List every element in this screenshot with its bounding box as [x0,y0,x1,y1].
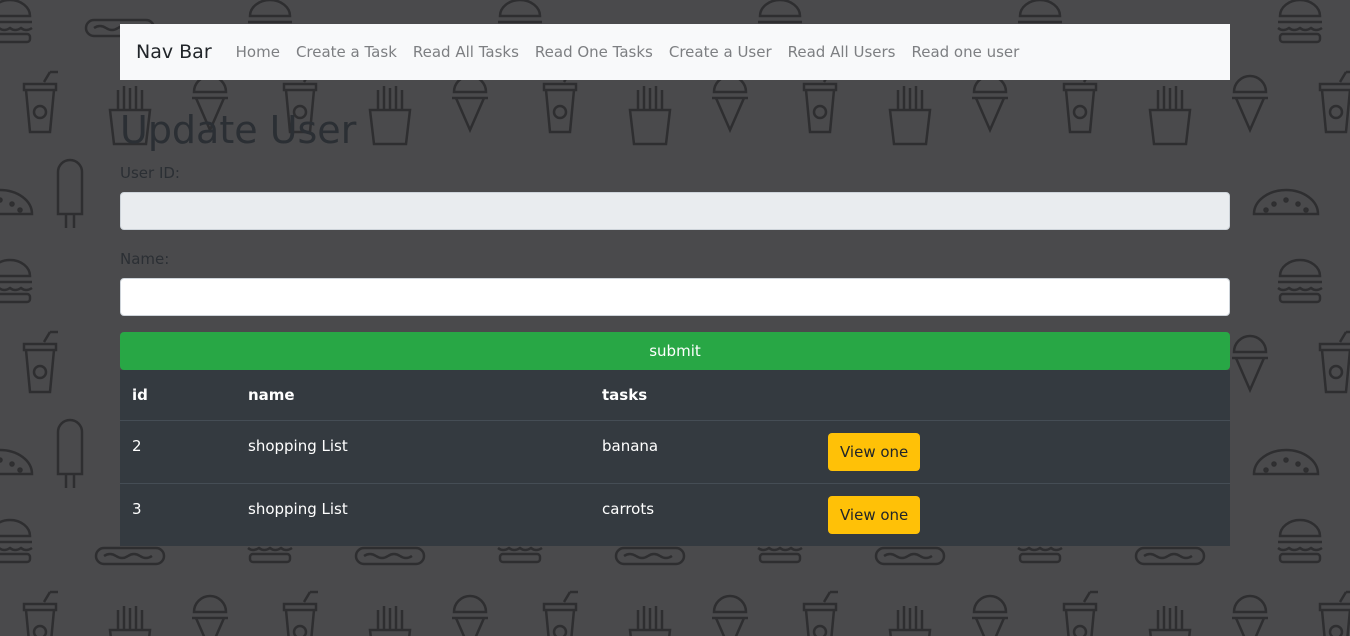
view-one-button[interactable]: View one [828,432,921,471]
cell-name: shopping List [236,482,590,546]
navbar: Nav Bar Home Create a Task Read All Task… [120,24,1230,80]
navbar-brand[interactable]: Nav Bar [136,41,212,63]
user-id-label: User ID: [120,164,180,182]
cell-id: 2 [120,419,236,483]
header-tasks: tasks [590,370,816,421]
cell-action: View one [816,482,1230,546]
name-input[interactable] [120,278,1230,316]
view-one-button[interactable]: View one [828,495,921,534]
nav-link-read-one-user[interactable]: Read one user [911,43,1019,61]
name-label: Name: [120,250,170,268]
table-row: 3 shopping List carrots View one [120,482,1230,546]
header-name: name [236,370,590,421]
header-action [816,370,1230,421]
submit-button[interactable]: submit [120,332,1230,370]
cell-name: shopping List [236,419,590,483]
user-id-input[interactable] [120,192,1230,230]
nav-link-read-all-tasks[interactable]: Read All Tasks [413,43,519,61]
cell-tasks: carrots [590,482,816,546]
nav-link-create-task[interactable]: Create a Task [296,43,397,61]
table-row: 2 shopping List banana View one [120,419,1230,483]
page-title: Update User [120,108,357,152]
cell-action: View one [816,419,1230,483]
nav-link-read-all-users[interactable]: Read All Users [788,43,896,61]
header-id: id [120,370,236,421]
nav-link-home[interactable]: Home [236,43,280,61]
cell-id: 3 [120,482,236,546]
cell-tasks: banana [590,419,816,483]
users-table: id name tasks 2 shopping List banana Vie… [120,370,1230,546]
nav-link-create-user[interactable]: Create a User [669,43,772,61]
main-container: Nav Bar Home Create a Task Read All Task… [120,24,1230,546]
nav-link-read-one-task[interactable]: Read One Tasks [535,43,653,61]
table-header-row: id name tasks [120,370,1230,421]
